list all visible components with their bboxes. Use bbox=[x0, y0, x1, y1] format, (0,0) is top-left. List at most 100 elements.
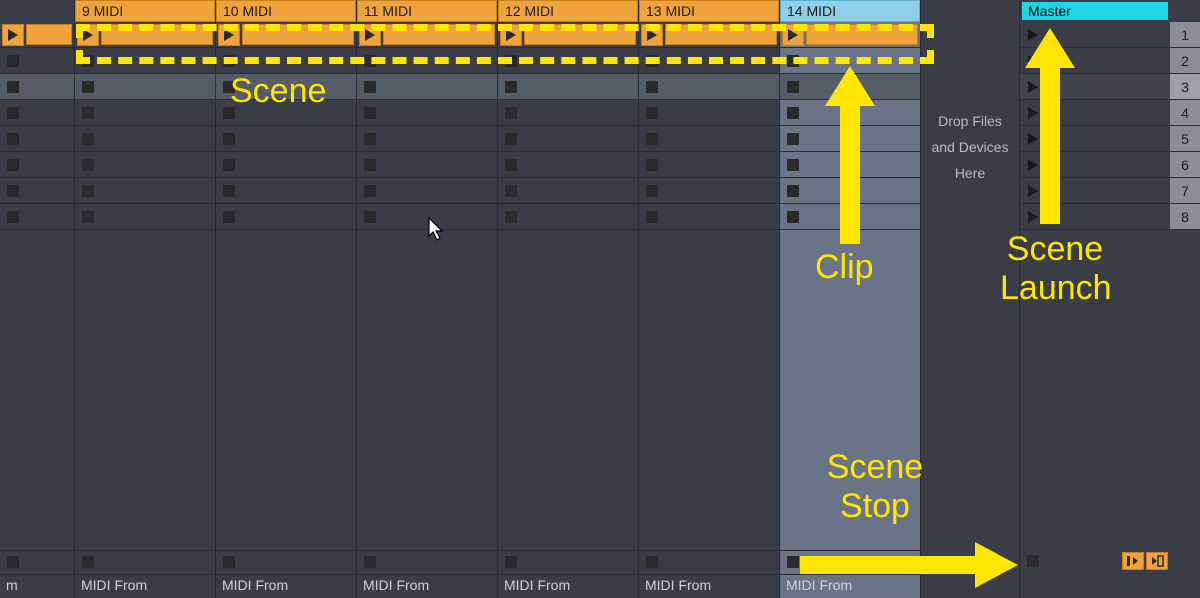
track-stop-button[interactable] bbox=[500, 553, 522, 571]
clip-slot[interactable] bbox=[75, 22, 215, 48]
empty-clip-slot[interactable] bbox=[357, 152, 497, 178]
clip-stop-button[interactable] bbox=[2, 50, 24, 72]
master-stop-all[interactable] bbox=[1020, 550, 1170, 572]
track-stop-row[interactable] bbox=[216, 550, 356, 572]
clip-stop-button[interactable] bbox=[500, 128, 522, 150]
view-toggle-2[interactable] bbox=[1146, 552, 1168, 570]
clip-stop-button[interactable] bbox=[500, 50, 522, 72]
track-stop-button[interactable] bbox=[218, 553, 240, 571]
scene-number[interactable]: 2 bbox=[1170, 48, 1200, 74]
empty-clip-slot[interactable] bbox=[0, 152, 74, 178]
empty-clip-slot[interactable] bbox=[498, 100, 638, 126]
clip-stop-button[interactable] bbox=[782, 102, 804, 124]
track-io-label[interactable]: m bbox=[0, 575, 74, 595]
clip-stop-button[interactable] bbox=[218, 154, 240, 176]
empty-clip-slot[interactable] bbox=[639, 178, 779, 204]
scene-launch-button[interactable] bbox=[1024, 52, 1042, 70]
track-header[interactable]: 14 MIDI bbox=[780, 0, 920, 22]
clip-stop-button[interactable] bbox=[641, 154, 663, 176]
clip-slot[interactable] bbox=[216, 22, 356, 48]
empty-clip-slot[interactable] bbox=[0, 74, 74, 100]
empty-clip-slot[interactable] bbox=[498, 152, 638, 178]
clip-play-button[interactable] bbox=[77, 24, 99, 46]
clip-slot[interactable] bbox=[0, 22, 74, 48]
scene-launch-row[interactable] bbox=[1020, 204, 1170, 230]
empty-clip-slot[interactable] bbox=[639, 48, 779, 74]
track-io-label[interactable]: MIDI From bbox=[498, 575, 638, 595]
clip-stop-button[interactable] bbox=[218, 102, 240, 124]
empty-clip-slot[interactable] bbox=[216, 204, 356, 230]
track-stop-button[interactable] bbox=[2, 553, 24, 571]
empty-clip-slot[interactable] bbox=[75, 126, 215, 152]
track-stop-button[interactable] bbox=[641, 553, 663, 571]
clip-play-button[interactable] bbox=[359, 24, 381, 46]
clip-stop-button[interactable] bbox=[2, 206, 24, 228]
scene-launch-row[interactable] bbox=[1020, 178, 1170, 204]
empty-clip-slot[interactable] bbox=[0, 100, 74, 126]
clip-stop-button[interactable] bbox=[77, 154, 99, 176]
view-toggle-1[interactable] bbox=[1122, 552, 1144, 570]
scene-launch-button[interactable] bbox=[1024, 182, 1042, 200]
clip-stop-button[interactable] bbox=[2, 128, 24, 150]
empty-clip-slot[interactable] bbox=[75, 178, 215, 204]
clip-play-button[interactable] bbox=[500, 24, 522, 46]
empty-clip-slot[interactable] bbox=[357, 100, 497, 126]
empty-clip-slot[interactable] bbox=[216, 126, 356, 152]
clip-stop-button[interactable] bbox=[782, 180, 804, 202]
track-stop-button[interactable] bbox=[77, 553, 99, 571]
empty-clip-slot[interactable] bbox=[780, 74, 920, 100]
scene-number[interactable]: 5 bbox=[1170, 126, 1200, 152]
clip-stop-button[interactable] bbox=[2, 76, 24, 98]
clip-stop-button[interactable] bbox=[500, 102, 522, 124]
clip-stop-button[interactable] bbox=[500, 76, 522, 98]
empty-clip-slot[interactable] bbox=[357, 74, 497, 100]
clip-play-button[interactable] bbox=[218, 24, 240, 46]
track-header[interactable]: 10 MIDI bbox=[216, 0, 356, 22]
scene-number[interactable]: 6 bbox=[1170, 152, 1200, 178]
empty-clip-slot[interactable] bbox=[75, 100, 215, 126]
track-stop-row[interactable] bbox=[0, 550, 74, 572]
clip-stop-button[interactable] bbox=[782, 128, 804, 150]
clip-stop-button[interactable] bbox=[77, 128, 99, 150]
empty-clip-slot[interactable] bbox=[216, 48, 356, 74]
drop-zone[interactable]: Drop Filesand DevicesHere bbox=[920, 0, 1020, 598]
clip-slot[interactable] bbox=[639, 22, 779, 48]
clip-body[interactable] bbox=[26, 24, 72, 45]
clip-stop-button[interactable] bbox=[359, 206, 381, 228]
clip-stop-button[interactable] bbox=[782, 50, 804, 72]
empty-clip-slot[interactable] bbox=[75, 152, 215, 178]
empty-clip-slot[interactable] bbox=[216, 100, 356, 126]
track-stop-button[interactable] bbox=[359, 553, 381, 571]
track-stop-row[interactable] bbox=[639, 550, 779, 572]
clip-stop-button[interactable] bbox=[359, 50, 381, 72]
clip-stop-button[interactable] bbox=[77, 76, 99, 98]
scene-launch-button[interactable] bbox=[1024, 26, 1042, 44]
scene-launch-row[interactable] bbox=[1020, 48, 1170, 74]
scene-launch-button[interactable] bbox=[1024, 130, 1042, 148]
empty-clip-slot[interactable] bbox=[357, 48, 497, 74]
scene-launch-row[interactable] bbox=[1020, 126, 1170, 152]
track-io-label[interactable]: MIDI From bbox=[357, 575, 497, 595]
clip-stop-button[interactable] bbox=[782, 154, 804, 176]
track-io-label[interactable]: MIDI From bbox=[216, 575, 356, 595]
clip-stop-button[interactable] bbox=[218, 76, 240, 98]
clip-stop-button[interactable] bbox=[2, 154, 24, 176]
clip-slot[interactable] bbox=[357, 22, 497, 48]
scene-launch-button[interactable] bbox=[1024, 156, 1042, 174]
empty-clip-slot[interactable] bbox=[498, 204, 638, 230]
empty-clip-slot[interactable] bbox=[780, 48, 920, 74]
clip-stop-button[interactable] bbox=[359, 102, 381, 124]
clip-body[interactable] bbox=[383, 24, 495, 45]
clip-body[interactable] bbox=[242, 24, 354, 45]
clip-body[interactable] bbox=[806, 24, 918, 45]
clip-stop-button[interactable] bbox=[641, 206, 663, 228]
track-header[interactable]: 12 MIDI bbox=[498, 0, 638, 22]
clip-stop-button[interactable] bbox=[218, 180, 240, 202]
clip-stop-button[interactable] bbox=[77, 206, 99, 228]
scene-launch-button[interactable] bbox=[1024, 78, 1042, 96]
empty-clip-slot[interactable] bbox=[639, 74, 779, 100]
clip-body[interactable] bbox=[524, 24, 636, 45]
empty-clip-slot[interactable] bbox=[498, 48, 638, 74]
track-io-label[interactable]: MIDI From bbox=[75, 575, 215, 595]
empty-clip-slot[interactable] bbox=[780, 178, 920, 204]
